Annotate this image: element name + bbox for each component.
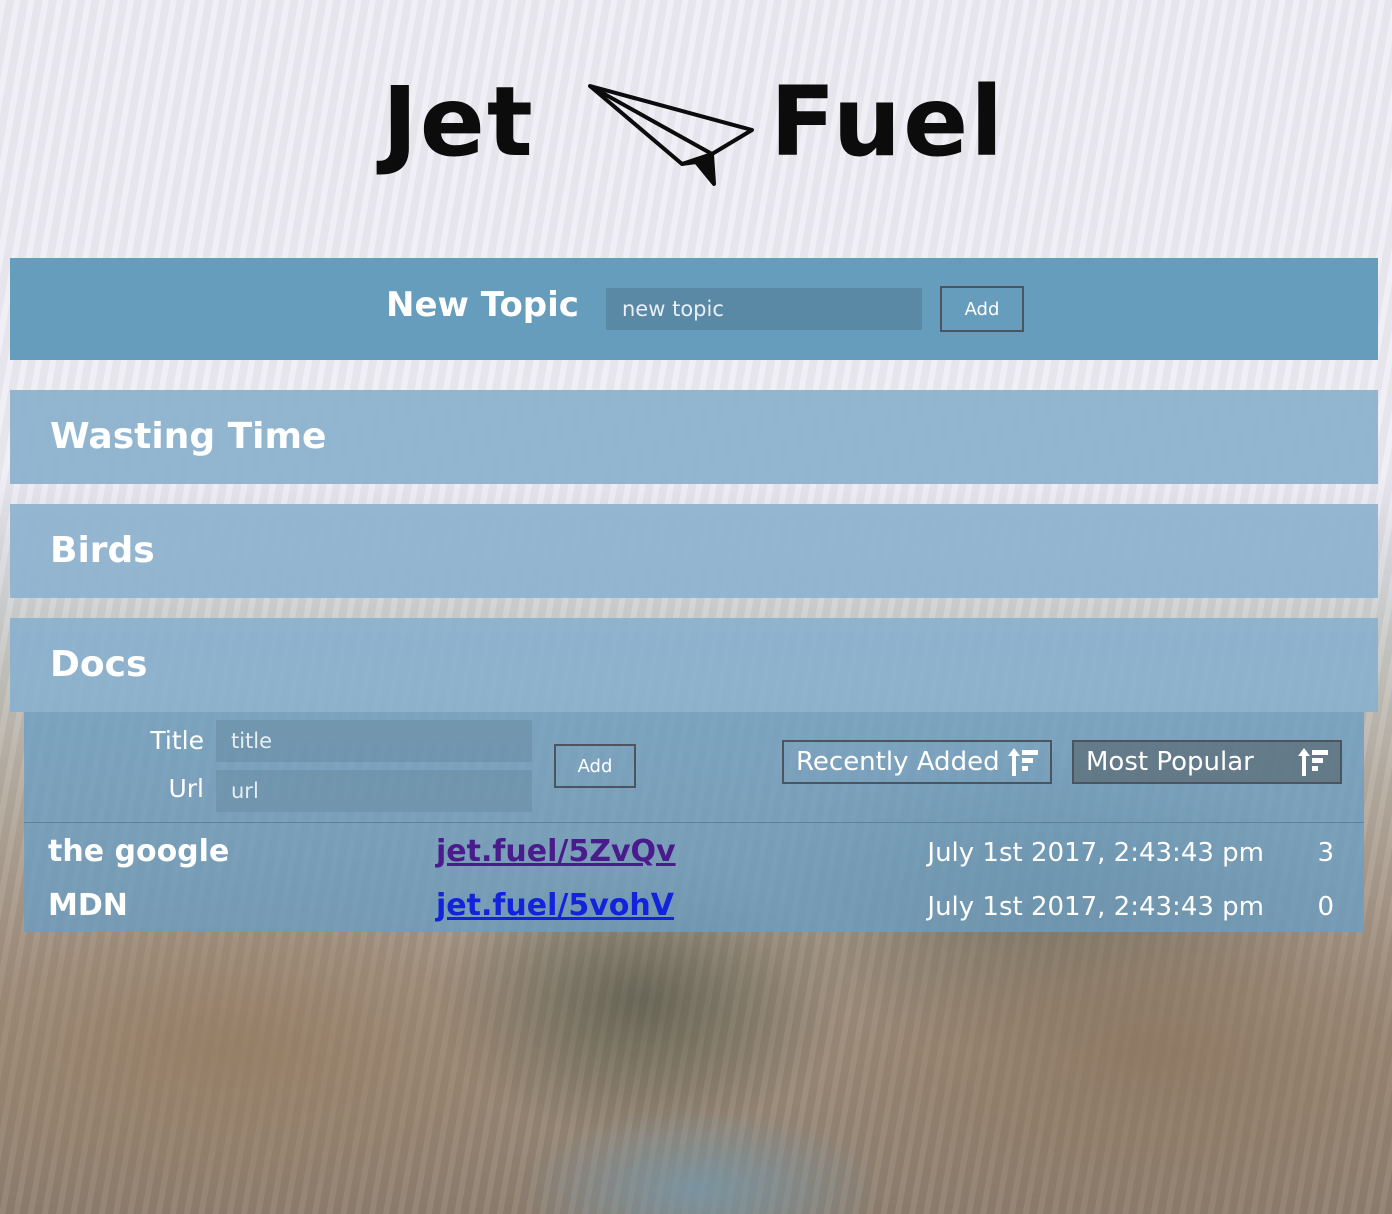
jet-fuel-logo: Jet Fuel: [376, 72, 1016, 196]
topic-title: Docs: [50, 644, 148, 685]
url-label: Url: [168, 774, 204, 803]
link-title: the google: [48, 834, 230, 869]
link-row: MDN jet.fuel/5vohV July 1st 2017, 2:43:4…: [24, 884, 1364, 934]
link-date: July 1st 2017, 2:43:43 pm: [927, 892, 1264, 922]
logo-word-fuel: Fuel: [770, 66, 1006, 178]
sort-most-popular-label: Most Popular: [1086, 747, 1254, 777]
new-topic-input[interactable]: [606, 288, 922, 330]
link-visit-count: 0: [1317, 892, 1334, 922]
add-topic-button[interactable]: Add: [940, 286, 1024, 332]
add-link-button[interactable]: Add: [554, 744, 636, 788]
title-label: Title: [150, 726, 204, 755]
new-topic-heading: New Topic: [386, 285, 579, 325]
topic-birds[interactable]: Birds: [10, 504, 1378, 598]
app-root: Jet Fuel New Topic Add Wasting Time Bird…: [0, 0, 1392, 1214]
logo-word-jet: Jet: [382, 66, 535, 178]
link-visit-count: 3: [1317, 838, 1334, 868]
link-title-input[interactable]: [216, 720, 532, 762]
topic-docs[interactable]: Docs: [10, 618, 1378, 712]
sort-most-popular-button[interactable]: Most Popular: [1072, 740, 1342, 784]
link-date: July 1st 2017, 2:43:43 pm: [927, 838, 1264, 868]
short-url-link[interactable]: jet.fuel/5vohV: [436, 888, 674, 923]
link-url-input[interactable]: [216, 770, 532, 812]
short-url-link[interactable]: jet.fuel/5ZvQv: [436, 834, 676, 869]
sort-recently-added-button[interactable]: Recently Added: [782, 740, 1052, 784]
topic-wasting-time[interactable]: Wasting Time: [10, 390, 1378, 484]
topic-title: Wasting Time: [50, 416, 327, 457]
sort-descending-icon: [1298, 748, 1328, 776]
link-row: the google jet.fuel/5ZvQv July 1st 2017,…: [24, 830, 1364, 880]
link-title: MDN: [48, 888, 128, 923]
sort-recently-added-label: Recently Added: [796, 747, 1000, 777]
new-topic-bar: New Topic Add: [10, 258, 1378, 360]
topic-title: Birds: [50, 530, 155, 571]
divider: [24, 822, 1364, 823]
docs-links-panel: Title Url Add Recently Added Most Popula…: [24, 712, 1364, 932]
sort-descending-icon: [1008, 748, 1038, 776]
paper-plane-icon: [588, 84, 754, 186]
